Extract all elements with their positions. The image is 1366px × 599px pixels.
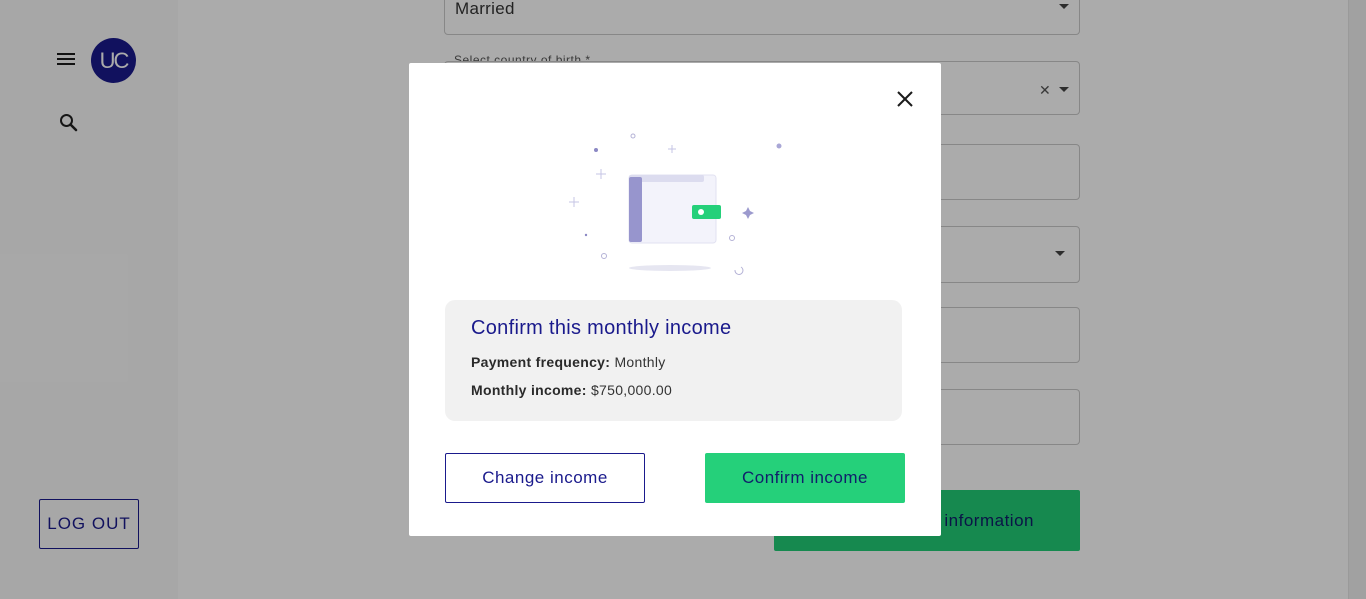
monthly-income-label: Monthly income: (471, 382, 587, 398)
payment-frequency-row: Payment frequency: Monthly (471, 354, 666, 370)
wallet-illustration (569, 133, 782, 275)
income-summary-card: Confirm this monthly income Payment freq… (445, 300, 902, 421)
payment-frequency-label: Payment frequency: (471, 354, 611, 370)
change-income-button[interactable]: Change income (445, 453, 645, 503)
monthly-income-value: $750,000.00 (590, 382, 673, 398)
dialog-title: Confirm this monthly income (471, 317, 732, 339)
monthly-income-row: Monthly income: $750,000.00 (471, 382, 672, 398)
confirm-income-dialog: Confirm this monthly income Payment freq… (409, 63, 941, 536)
confirm-income-button[interactable]: Confirm income (705, 453, 905, 503)
payment-frequency-value: Monthly (614, 354, 666, 370)
close-icon[interactable] (893, 87, 917, 111)
